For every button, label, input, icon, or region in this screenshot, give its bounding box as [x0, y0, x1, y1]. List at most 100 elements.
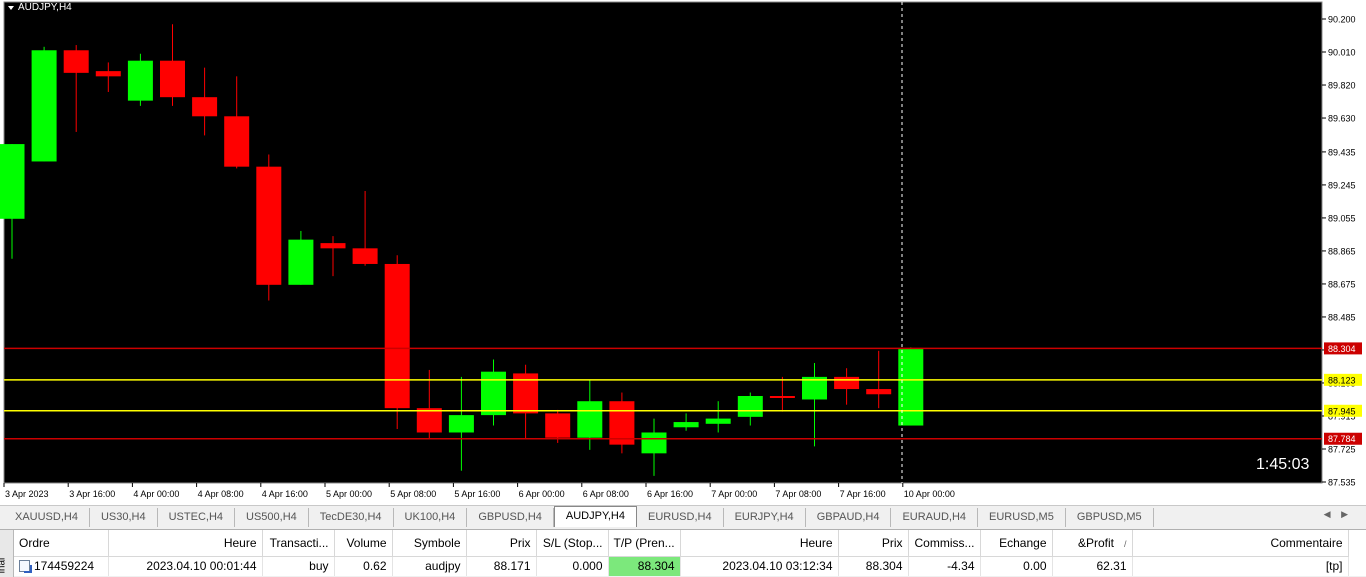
chart-symbol-label[interactable]: AUDJPY,H4	[8, 2, 72, 13]
time-tick-label: 6 Apr 16:00	[647, 489, 693, 499]
chart-tab[interactable]: US500,H4	[235, 508, 309, 527]
column-header[interactable]: Ordre	[14, 530, 109, 557]
candle-body[interactable]	[63, 50, 89, 73]
terminal-side-label: inal	[0, 530, 14, 577]
time-tick-label: 5 Apr 16:00	[454, 489, 500, 499]
time-tick-label: 3 Apr 16:00	[69, 489, 115, 499]
candle-body[interactable]	[320, 243, 346, 249]
time-tick-label: 4 Apr 00:00	[133, 489, 179, 499]
column-header[interactable]: Commiss...	[908, 530, 981, 557]
price-tick-label: 87.535	[1328, 478, 1356, 488]
price-tick-label: 90.200	[1328, 15, 1356, 25]
chart-tab[interactable]: USTEC,H4	[158, 508, 236, 527]
candle-body[interactable]	[127, 60, 153, 101]
chart-tabs-bar: XAUUSD,H4 US30,H4 USTEC,H4 US500,H4 TecDE30,…	[0, 505, 1366, 527]
time-tick-label: 5 Apr 00:00	[326, 489, 372, 499]
column-header[interactable]: Heure	[680, 530, 839, 557]
time-tick-label: 7 Apr 16:00	[840, 489, 886, 499]
chart-window[interactable]: 90.200 90.010 89.820 89.630 89.435 89.245 89.0…	[0, 0, 1366, 505]
candle-body[interactable]	[384, 263, 410, 409]
price-tick-label: 89.435	[1328, 147, 1356, 157]
tab-scroll-arrows-icon[interactable]: ◀ ▶	[1324, 509, 1352, 520]
time-tick-label: 6 Apr 08:00	[583, 489, 629, 499]
table-cell: 88.171	[466, 556, 537, 576]
candle-body[interactable]	[481, 371, 506, 416]
time-tick-label: 10 Apr 00:00	[904, 489, 955, 499]
table-cell: 174459224	[14, 556, 109, 576]
bar-countdown-timer: 1:45:03	[1256, 456, 1310, 473]
price-tick-label: 89.630	[1328, 114, 1356, 124]
chart-tab[interactable]: EURUSD,M5	[978, 508, 1066, 527]
chart-tab[interactable]: US30,H4	[90, 508, 158, 527]
candle-body[interactable]	[769, 396, 795, 399]
column-header[interactable]: Volume	[334, 530, 393, 557]
chart-tab[interactable]: EURAUD,H4	[891, 508, 979, 527]
chart-tab[interactable]: XAUUSD,H4	[4, 508, 90, 527]
time-tick-label: 5 Apr 08:00	[390, 489, 436, 499]
candle-body[interactable]	[448, 415, 474, 433]
time-tick-label: 6 Apr 00:00	[519, 489, 565, 499]
candle-body[interactable]	[737, 396, 763, 417]
candle-body[interactable]	[95, 71, 121, 77]
column-header[interactable]: Heure	[108, 530, 263, 557]
candle-body[interactable]	[416, 408, 442, 433]
column-header[interactable]: Symbole	[392, 530, 467, 557]
table-cell: 2023.04.10 00:01:44	[108, 556, 263, 576]
table-cell: audjpy	[392, 556, 467, 576]
chart-tab[interactable]: TecDE30,H4	[309, 508, 394, 527]
candle-body[interactable]	[160, 60, 185, 98]
candle-body[interactable]	[352, 248, 378, 264]
chart-tab[interactable]: UK100,H4	[394, 508, 468, 527]
time-tick-label: 7 Apr 00:00	[711, 489, 757, 499]
table-header-row: Ordre Heure Transacti... Volume Symbole Prix S…	[14, 530, 1349, 557]
candle-body[interactable]	[577, 401, 603, 438]
candle-body[interactable]	[545, 413, 571, 438]
price-level-label: 87.784	[1328, 434, 1356, 444]
column-header[interactable]: S/L (Stop...	[536, 530, 609, 557]
column-header[interactable]: Prix	[466, 530, 537, 557]
chart-tab[interactable]: GBPUSD,M5	[1066, 508, 1154, 527]
table-row[interactable]: 174459224 2023.04.10 00:01:44 buy 0.62 audjp…	[14, 556, 1349, 576]
price-chart[interactable]: 90.200 90.010 89.820 89.630 89.435 89.245 89.0…	[0, 0, 1366, 505]
candle-body[interactable]	[192, 97, 218, 117]
table-cell: buy	[262, 556, 335, 576]
candle-body[interactable]	[866, 389, 892, 395]
candle-body[interactable]	[288, 239, 314, 285]
price-tick-label: 87.725	[1328, 444, 1356, 454]
column-header[interactable]: &Profit /	[1052, 530, 1133, 557]
chart-tab[interactable]: EURJPY,H4	[724, 508, 806, 527]
chart-tab[interactable]: EURUSD,H4	[637, 508, 724, 527]
candle-body[interactable]	[31, 50, 57, 162]
symbol-text: AUDJPY,H4	[18, 2, 72, 13]
candle-body[interactable]	[834, 376, 860, 390]
price-tick-label: 89.055	[1328, 213, 1356, 223]
candle-body[interactable]	[256, 166, 282, 285]
time-tick-label: 4 Apr 08:00	[198, 489, 244, 499]
order-id: 174459224	[34, 559, 95, 574]
column-header[interactable]: Echange	[980, 530, 1053, 557]
price-tick-label: 88.865	[1328, 246, 1356, 256]
chart-tab[interactable]: AUDJPY,H4	[553, 506, 637, 527]
table-cell: 0.000	[536, 556, 609, 576]
column-header[interactable]: Prix	[838, 530, 909, 557]
table-cell: 0.62	[334, 556, 393, 576]
column-header[interactable]: T/P (Pren...	[608, 530, 681, 557]
candle-body[interactable]	[0, 144, 25, 219]
candle-body[interactable]	[224, 116, 250, 167]
chart-tab[interactable]: GBPUSD,H4	[467, 508, 554, 527]
candle-body[interactable]	[705, 418, 731, 424]
candle-body[interactable]	[641, 432, 667, 454]
candle-body[interactable]	[673, 422, 699, 428]
table-cell: 62.31	[1052, 556, 1133, 576]
terminal-panel: inal Ordre Heure Transacti... Volume Symbole…	[0, 529, 1366, 577]
side-label-text: inal	[0, 557, 8, 574]
sort-indicator-icon: /	[1123, 538, 1127, 549]
price-tick-label: 89.245	[1328, 180, 1356, 190]
price-level-label: 88.123	[1328, 375, 1356, 385]
column-header[interactable]: Commentaire	[1132, 530, 1349, 557]
table-cell: 88.304	[608, 556, 681, 576]
chart-tab[interactable]: GBPAUD,H4	[806, 508, 892, 527]
price-level-label: 88.304	[1328, 344, 1356, 354]
chevron-down-icon[interactable]	[8, 5, 14, 10]
column-header[interactable]: Transacti...	[262, 530, 335, 557]
